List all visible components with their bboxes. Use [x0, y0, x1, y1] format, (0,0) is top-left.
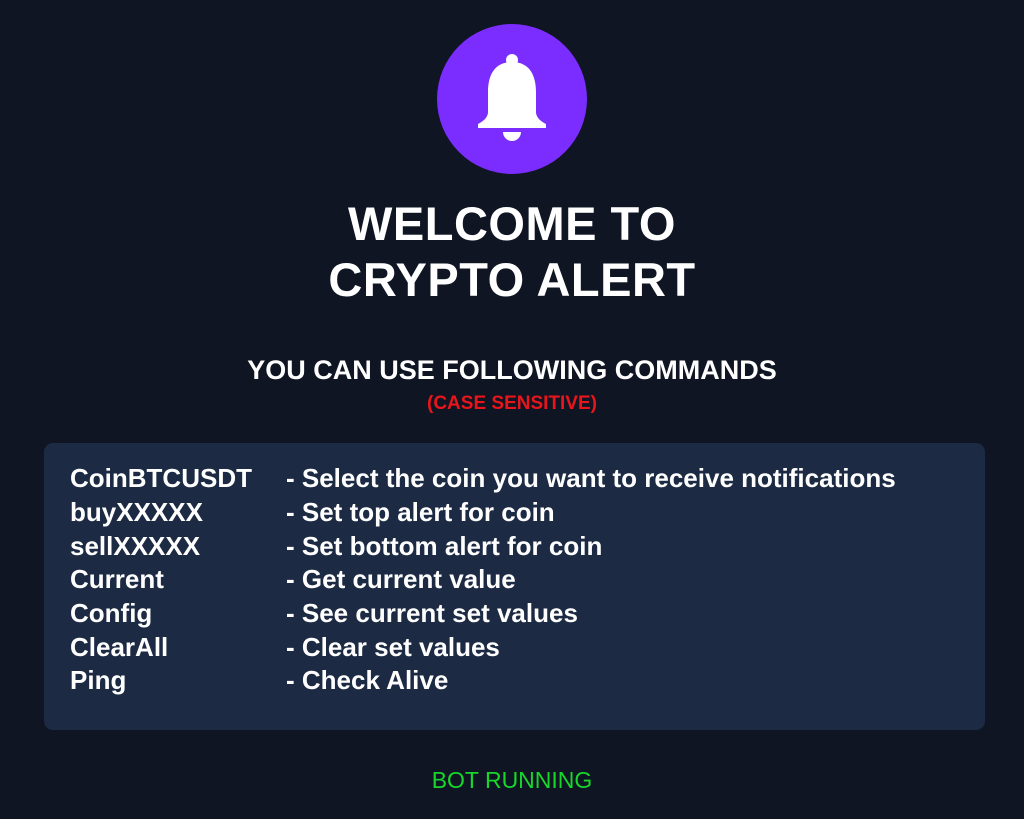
command-name: Ping: [70, 665, 127, 696]
command-description: - Set top alert for coin: [286, 497, 555, 528]
title-line-2: CRYPTO ALERT: [328, 253, 696, 306]
command-row: buyXXXXX - Set top alert for coin: [70, 496, 985, 530]
title-line-1: WELCOME TO: [348, 197, 676, 250]
commands-heading: YOU CAN USE FOLLOWING COMMANDS: [247, 355, 777, 385]
command-description: - Check Alive: [286, 665, 449, 696]
bot-status: BOT RUNNING: [431, 767, 593, 793]
page-title: WELCOME TO CRYPTO ALERT: [0, 196, 1024, 308]
command-row: ClearAll - Clear set values: [70, 630, 985, 664]
command-name: ClearAll: [70, 631, 169, 662]
command-name: buyXXXXX: [70, 497, 203, 528]
case-sensitive-note: (CASE SENSITIVE): [427, 393, 597, 414]
command-row: Ping - Check Alive: [70, 664, 985, 698]
command-row: CoinBTCUSDT - Select the coin you want t…: [70, 462, 985, 496]
commands-panel: CoinBTCUSDT - Select the coin you want t…: [44, 443, 985, 730]
command-description: - Set bottom alert for coin: [286, 530, 603, 561]
command-description: - Clear set values: [286, 631, 500, 662]
command-row: Config - See current set values: [70, 597, 985, 631]
bell-badge: [437, 24, 587, 174]
command-name: Config: [70, 598, 153, 629]
bell-icon: [478, 54, 546, 141]
command-name: Current: [70, 564, 164, 595]
command-description: - Get current value: [286, 564, 516, 595]
command-description: - Select the coin you want to receive no…: [286, 463, 896, 494]
command-row: Current - Get current value: [70, 563, 985, 597]
command-row: sellXXXXX - Set bottom alert for coin: [70, 529, 985, 563]
command-name: CoinBTCUSDT: [70, 463, 252, 494]
command-name: sellXXXXX: [70, 530, 201, 561]
command-description: - See current set values: [286, 598, 578, 629]
